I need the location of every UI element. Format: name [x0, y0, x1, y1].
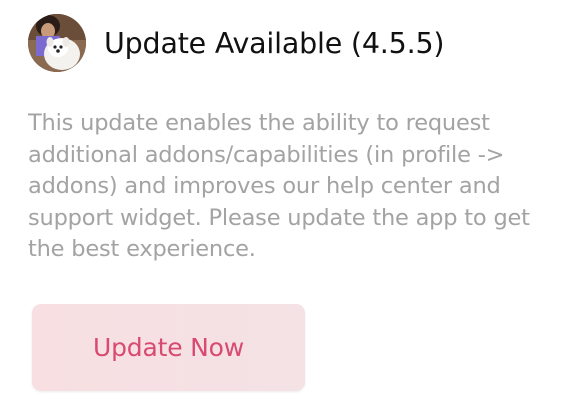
update-dialog: Update Available (4.5.5) This update ena…: [0, 0, 585, 414]
dialog-title: Update Available (4.5.5): [104, 26, 445, 60]
update-now-label: Update Now: [93, 333, 244, 362]
update-description: This update enables the ability to reque…: [28, 110, 530, 262]
update-now-button[interactable]: Update Now: [32, 304, 305, 391]
user-avatar-with-dog-icon: [28, 14, 86, 72]
avatar: [28, 14, 86, 72]
dialog-header: Update Available (4.5.5): [28, 14, 444, 72]
